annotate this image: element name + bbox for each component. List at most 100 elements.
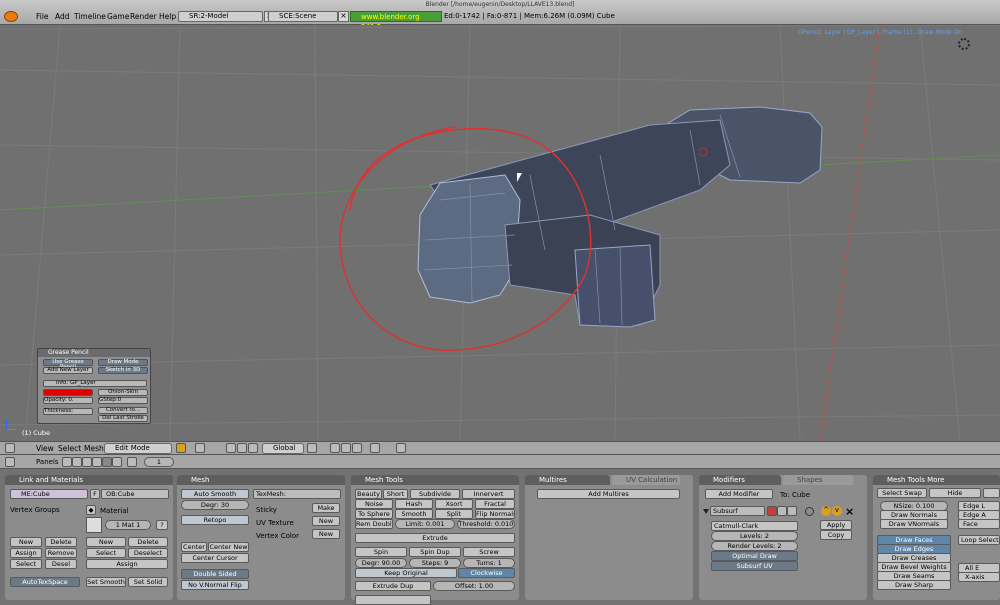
mode-selector[interactable]: Edit Mode — [104, 443, 172, 454]
draw-mode-button[interactable]: Draw Mode — [98, 359, 148, 366]
material-assign-button[interactable]: Assign — [86, 559, 168, 569]
shading-context-icon[interactable] — [82, 457, 92, 467]
edge-select-icon[interactable] — [330, 443, 340, 453]
draw-sharp-button[interactable]: Draw Sharp — [877, 580, 951, 590]
xsort-button[interactable]: Xsort — [435, 499, 473, 509]
no-vnormal-flip-button[interactable]: No V.Normal Flip — [181, 580, 249, 590]
reveal-button[interactable] — [983, 488, 1000, 498]
modifier-editmode-icon[interactable] — [787, 506, 797, 516]
to-sphere-button[interactable]: To Sphere — [355, 509, 393, 519]
draw-type-icon[interactable] — [176, 443, 186, 453]
del-last-stroke-button[interactable]: Del Last Stroke — [98, 415, 148, 422]
modifier-delete-icon[interactable]: × — [845, 505, 854, 518]
gstep-field[interactable]: GStep:0 — [98, 397, 148, 404]
modifier-render-icon[interactable] — [767, 506, 777, 516]
modifier-name-field[interactable]: Subsurf — [710, 506, 765, 516]
turns-field[interactable]: Turns: 1 — [463, 558, 515, 568]
menu-help[interactable]: Help — [159, 12, 176, 21]
panels-menu[interactable]: Panels — [36, 458, 59, 466]
mesh-name-field[interactable]: ME:Cube — [10, 489, 88, 499]
onion-skin-button[interactable]: Onion-Skin — [98, 389, 148, 396]
spin-degr-field[interactable]: Degr: 90.00 — [355, 558, 407, 568]
material-stepper[interactable]: ◆ — [86, 505, 96, 515]
beauty-button[interactable]: Beauty — [355, 489, 382, 499]
scene-delete-button[interactable]: × — [338, 11, 349, 22]
sticky-make-button[interactable]: Make — [312, 503, 340, 513]
vgroup-assign-button[interactable]: Assign — [10, 548, 42, 558]
opacity-slider[interactable]: Opacity: 0. — [43, 397, 93, 404]
keep-original-button[interactable]: Keep Original — [355, 568, 457, 578]
threshold-field[interactable]: Threshold: 0.010 — [457, 519, 515, 529]
auto-smooth-button[interactable]: Auto Smooth — [181, 489, 249, 499]
modifier-move-down-icon[interactable]: v — [832, 506, 842, 516]
center-new-button[interactable]: Center New — [208, 542, 249, 552]
mesh-tools-more-title[interactable]: Mesh Tools More — [873, 475, 1000, 485]
logic-context-icon[interactable] — [62, 457, 72, 467]
screen-selector[interactable]: SR:2-Model — [178, 11, 263, 22]
menu-select[interactable]: Select — [58, 444, 81, 453]
pivot-icon[interactable] — [195, 443, 205, 453]
steps-field[interactable]: Steps: 9 — [409, 558, 461, 568]
material-index-field[interactable]: 1 Mat 1 — [105, 520, 151, 530]
split-button[interactable]: Split — [435, 509, 473, 519]
hide-button[interactable]: Hide — [929, 488, 981, 498]
stroke-color-swatch[interactable] — [43, 389, 93, 396]
menu-timeline[interactable]: Timeline — [74, 12, 106, 21]
double-sided-button[interactable]: Double Sided — [181, 569, 249, 579]
scene-selector[interactable]: SCE:Scene — [268, 11, 338, 22]
texmesh-field[interactable]: TexMesh: — [253, 489, 341, 499]
face-select-icon[interactable] — [341, 443, 351, 453]
script-context-icon[interactable] — [72, 457, 82, 467]
vgroup-desel-button[interactable]: Desel — [45, 559, 77, 569]
link-materials-title[interactable]: Link and Materials — [5, 475, 173, 485]
short-button[interactable]: Short — [383, 489, 408, 499]
multires-tab[interactable]: Multires — [525, 475, 610, 485]
add-new-layer-button[interactable]: Add New Layer — [43, 367, 93, 374]
fractal-button[interactable]: Fractal — [475, 499, 515, 509]
fake-user-button[interactable]: F — [90, 489, 100, 499]
subdivide-button[interactable]: Subdivide — [410, 489, 460, 499]
editing-context-icon[interactable] — [102, 457, 112, 467]
translate-icon[interactable] — [237, 443, 247, 453]
subsurf-uv-button[interactable]: Subsurf UV — [711, 561, 798, 571]
mesh-object[interactable] — [417, 106, 823, 328]
hash-button[interactable]: Hash — [395, 499, 433, 509]
frame-prev-icon[interactable] — [127, 457, 137, 467]
rotate-icon[interactable] — [248, 443, 258, 453]
modifiers-tab[interactable]: Modifiers — [699, 475, 781, 485]
mesh-tools-title[interactable]: Mesh Tools — [351, 475, 519, 485]
smooth-button[interactable]: Smooth — [395, 509, 433, 519]
menu-game[interactable]: Game — [107, 12, 129, 21]
optimal-draw-button[interactable]: Optimal Draw — [711, 551, 798, 561]
offset-field[interactable]: Offset: 1.00 — [433, 581, 515, 591]
scene-context-icon[interactable] — [112, 457, 122, 467]
menu-view[interactable]: View — [36, 444, 54, 453]
auto-smooth-degr-field[interactable]: Degr: 30 — [181, 500, 249, 510]
thickness-slider[interactable]: Thickness: — [43, 408, 93, 415]
blender-url[interactable]: www.blender.org 249.2 — [350, 11, 442, 31]
modifier-realtime-icon[interactable] — [777, 506, 787, 516]
levels-field[interactable]: Levels: 2 — [711, 531, 798, 541]
noise-button[interactable]: Noise — [355, 499, 393, 509]
convert-to-button[interactable]: Convert to... — [98, 407, 148, 414]
menu-mesh[interactable]: Mesh — [84, 444, 104, 453]
editor-type-icon[interactable] — [5, 443, 15, 453]
mesh-title[interactable]: Mesh — [177, 475, 345, 485]
set-smooth-button[interactable]: Set Smooth — [86, 577, 126, 587]
modifier-apply-button[interactable]: Apply — [820, 520, 852, 530]
menu-render[interactable]: Render — [130, 12, 157, 21]
innervert-button[interactable]: Innervert — [462, 489, 515, 499]
uv-calculation-tab[interactable]: UV Calculation — [612, 475, 680, 485]
object-name-field[interactable]: OB:Cube — [101, 489, 169, 499]
vertex-color-new-button[interactable]: New — [312, 529, 340, 539]
rem-double-button[interactable]: Rem Double — [355, 519, 393, 529]
render-levels-field[interactable]: Render Levels: 2 — [711, 541, 798, 551]
set-solid-button[interactable]: Set Solid — [128, 577, 168, 587]
select-swap-button[interactable]: Select Swap — [877, 488, 927, 498]
grease-pencil-title[interactable]: Grease Pencil — [38, 349, 150, 357]
vgroup-remove-button[interactable]: Remove — [45, 548, 77, 558]
autotexspace-button[interactable]: AutoTexSpace — [10, 577, 80, 587]
shapes-tab[interactable]: Shapes — [783, 475, 853, 485]
buttons-editor-type-icon[interactable] — [5, 457, 15, 467]
center-cursor-button[interactable]: Center Cursor — [181, 553, 249, 563]
